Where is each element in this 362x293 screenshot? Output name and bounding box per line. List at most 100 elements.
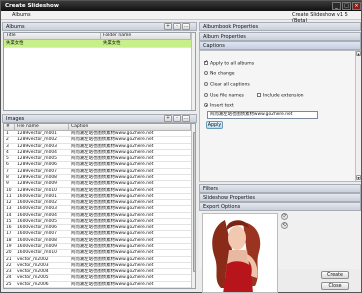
column-header-title[interactable]: Title — [4, 33, 101, 40]
remove-image-button[interactable]: - — [173, 115, 181, 122]
albumbook-properties-label: Albumbook Properties — [203, 24, 259, 30]
apply-all-option[interactable]: Apply to all albums — [204, 59, 255, 67]
images-scrollbar[interactable] — [191, 124, 195, 288]
close-button[interactable]: Close — [321, 282, 349, 290]
image-caption-cell: 阿而潮左站也图债素材www.go2here.net — [71, 231, 154, 237]
image-caption-cell: 阿而潮左站也图债素材www.go2here.net — [71, 250, 154, 256]
no-change-option[interactable]: No change — [204, 71, 235, 77]
image-number-cell: 25 — [6, 281, 12, 287]
image-file-name-cell: 1600vector_m006 — [17, 225, 57, 231]
image-number-cell: 16 — [6, 225, 12, 231]
albums-scrollbar[interactable] — [191, 33, 195, 110]
filters-label: Filters — [203, 186, 218, 192]
woman-photo-illustration — [212, 220, 261, 292]
image-number-cell: 24 — [6, 275, 12, 281]
slideshow-properties-header[interactable]: Slideshow Properties — [199, 193, 361, 202]
albums-table: Title Folder name 失業女性 失業女性 — [3, 32, 196, 111]
insert-text-radio[interactable] — [204, 103, 208, 107]
image-caption-cell: 阿而潮左站也图债素材www.go2here.net — [71, 275, 154, 281]
add-image-button[interactable]: + — [164, 115, 172, 122]
use-file-names-radio[interactable] — [204, 93, 208, 97]
column-header-folder[interactable]: Folder name — [101, 33, 191, 40]
column-header-file-name[interactable]: File name — [15, 124, 69, 131]
image-caption-cell: 阿而潮左站也图债素材www.go2here.net — [71, 143, 154, 149]
album-options-button[interactable]: ... — [182, 23, 190, 30]
title-bar[interactable]: Create Slideshow _ □ × — [1, 1, 361, 11]
apply-all-label: Apply to all albums — [210, 61, 255, 67]
scroll-down-icon[interactable]: ▼ — [356, 175, 361, 180]
menu-albums[interactable]: Albums — [12, 12, 31, 18]
image-file-name-cell: 1600vector_m003 — [17, 206, 57, 212]
clear-all-option[interactable]: Clear all captions — [204, 82, 250, 88]
clear-all-radio[interactable] — [204, 82, 208, 86]
images-table: # File name Caption 1 1289vector_m001 阿而潮左… — [3, 123, 196, 289]
image-file-name-cell: 1289vector_m010 — [17, 187, 57, 193]
image-file-name-cell: vector_m2002 — [17, 256, 49, 262]
image-number-cell: 10 — [6, 187, 12, 193]
image-caption-cell: 阿而潮左站也图债素材www.go2here.net — [71, 187, 154, 193]
images-scrollbar-thumb[interactable] — [192, 132, 195, 272]
scroll-up-icon[interactable]: ▲ — [356, 51, 361, 56]
window-title: Create Slideshow — [5, 3, 59, 9]
use-file-names-option[interactable]: Use file names — [204, 93, 244, 99]
rotate-ccw-icon[interactable]: ⟲ — [281, 222, 288, 229]
album-title-cell: 失業女性 — [6, 41, 24, 46]
image-number-cell: 19 — [6, 244, 12, 250]
image-file-name-cell: 1289vector_m005 — [17, 156, 57, 162]
apply-all-checkbox[interactable] — [204, 59, 208, 65]
image-caption-cell: 阿而潮左站也图债素材www.go2here.net — [71, 281, 154, 287]
image-file-name-cell: 1600vector_m009 — [17, 244, 57, 250]
images-panel-title: Images — [6, 116, 25, 122]
image-caption-cell: 阿而潮左站也图债素材www.go2here.net — [71, 174, 154, 180]
create-button[interactable]: Create — [321, 271, 349, 279]
column-header-caption[interactable]: Caption — [69, 124, 191, 131]
insert-text-input[interactable]: 阿而潮左站也图债素材www.go2here.net — [207, 111, 318, 119]
include-extension-option[interactable]: Include extension — [257, 93, 304, 99]
image-file-name-cell: 1600vector_m001 — [17, 193, 57, 199]
image-number-cell: 20 — [6, 250, 12, 256]
image-file-name-cell: 1600vector_m002 — [17, 200, 57, 206]
image-caption-cell: 阿而潮左站也图债素材www.go2here.net — [71, 137, 154, 143]
use-file-names-label: Use file names — [210, 93, 244, 99]
add-album-button[interactable]: + — [164, 23, 172, 30]
minimize-button[interactable]: _ — [332, 2, 341, 10]
image-number-cell: 21 — [6, 256, 12, 262]
image-caption-cell: 阿而潮左站也图债素材www.go2here.net — [71, 181, 154, 187]
captions-header[interactable]: Captions — [199, 41, 361, 50]
image-number-cell: 8 — [6, 174, 9, 180]
insert-text-option[interactable]: Insert text — [204, 103, 234, 109]
image-file-name-cell: 1289vector_m001 — [17, 131, 57, 136]
image-row[interactable]: 25 vector_m2006 阿而潮左站也图债素材www.go2here.net — [4, 282, 191, 288]
image-options-button[interactable]: ... — [182, 115, 190, 122]
image-number-cell: 15 — [6, 218, 12, 224]
apply-button[interactable]: Apply — [206, 121, 223, 129]
image-number-cell: 3 — [6, 143, 9, 149]
image-caption-cell: 阿而潮左站也图债素材www.go2here.net — [71, 162, 154, 168]
image-number-cell: 12 — [6, 200, 12, 206]
app-window: Create Slideshow _ □ × Albums Create Sli… — [0, 0, 362, 293]
albumbook-properties-header[interactable]: Albumbook Properties — [199, 22, 361, 31]
close-window-button[interactable]: × — [352, 2, 361, 10]
image-caption-cell: 阿而潮左站也图债素材www.go2here.net — [71, 206, 154, 212]
image-file-name-cell: 1289vector_m004 — [17, 149, 57, 155]
remove-album-button[interactable]: - — [173, 23, 181, 30]
image-caption-cell: 阿而潮左站也图债素材www.go2here.net — [71, 244, 154, 250]
image-file-name-cell: vector_m2003 — [17, 262, 49, 268]
restore-button[interactable]: □ — [342, 2, 351, 10]
filters-header[interactable]: Filters — [199, 184, 361, 193]
image-caption-cell: 阿而潮左站也图债素材www.go2here.net — [71, 212, 154, 218]
image-number-cell: 14 — [6, 212, 12, 218]
image-file-name-cell: 1289vector_m002 — [17, 137, 57, 143]
captions-scrollbar[interactable]: ▲ ▼ — [355, 51, 361, 181]
image-file-name-cell: 1289vector_m006 — [17, 162, 57, 168]
album-row[interactable]: 失業女性 失業女性 — [4, 40, 191, 48]
album-properties-header[interactable]: Album Properties — [199, 32, 361, 41]
preview-image — [202, 213, 278, 293]
include-extension-label: Include extension — [263, 93, 304, 99]
rotate-cw-icon[interactable]: ⟳ — [281, 213, 288, 220]
no-change-radio[interactable] — [204, 71, 208, 75]
column-header-number[interactable]: # — [4, 124, 15, 131]
export-options-header[interactable]: Export Options — [199, 202, 361, 211]
image-number-cell: 1 — [6, 131, 9, 136]
include-extension-checkbox[interactable] — [257, 93, 261, 97]
